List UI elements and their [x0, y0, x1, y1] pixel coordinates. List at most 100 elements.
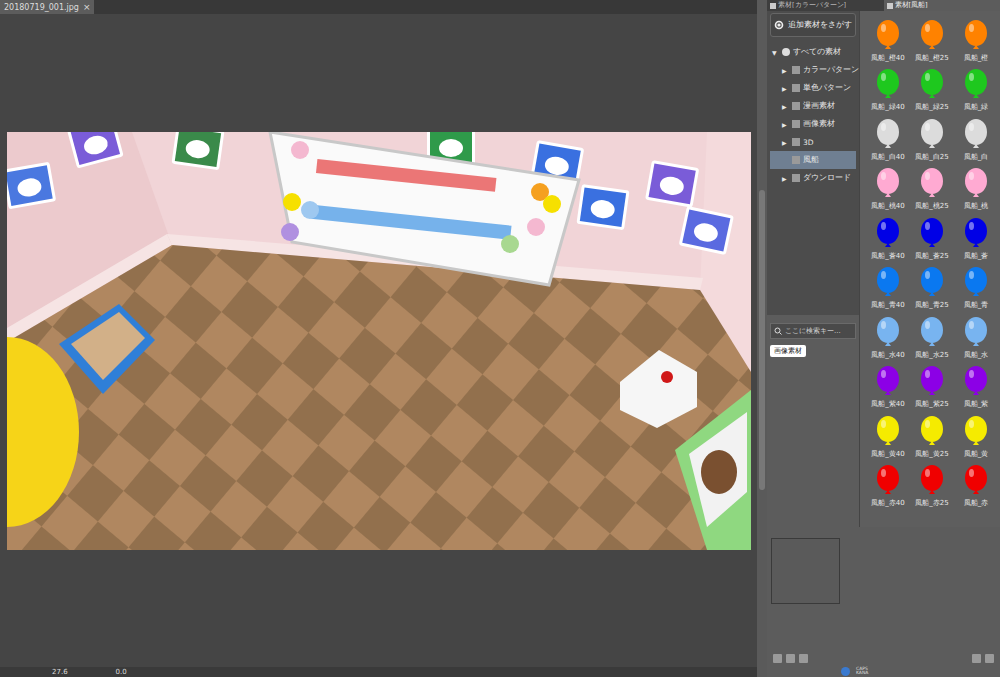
material-item[interactable]: 風船_紫25: [910, 360, 954, 410]
find-materials-button[interactable]: 追加素材をさがす: [770, 13, 856, 37]
material-item[interactable]: 風船_水25: [910, 310, 954, 360]
tree-column: 追加素材をさがす ▼ すべての素材▶ カラーパターン▶ 単色パターン▶ 漫画素材…: [767, 11, 860, 527]
tree-item[interactable]: ▼ すべての素材: [770, 43, 856, 61]
material-label: 風船_黄: [964, 449, 989, 459]
material-label: 風船_白25: [915, 152, 948, 162]
material-label: 風船_蒼: [964, 251, 989, 261]
close-icon[interactable]: ×: [83, 2, 91, 12]
add-icon[interactable]: [786, 654, 795, 663]
material-item[interactable]: 風船_桃25: [910, 162, 954, 212]
key-status: CAPSKANA: [771, 665, 1000, 677]
view-icon[interactable]: [972, 654, 981, 663]
vertical-scrollbar[interactable]: [757, 0, 767, 677]
document-tab[interactable]: 20180719_001.jpg ×: [0, 0, 94, 14]
material-item[interactable]: 風船_緑: [954, 63, 998, 113]
expand-icon[interactable]: ▶: [782, 103, 789, 110]
animal-icon: [658, 175, 685, 197]
app-window: 20180719_001.jpg × 27.6 0.0 素材[カラーパターン] …: [0, 0, 1000, 677]
animal-card: [7, 162, 56, 210]
material-item[interactable]: 風船_水40: [866, 310, 910, 360]
angle-value[interactable]: 0.0: [116, 668, 127, 676]
material-item[interactable]: 風船_赤25: [910, 459, 954, 509]
material-item[interactable]: 風船_紫40: [866, 360, 910, 410]
tree-item[interactable]: ▶ 画像素材: [770, 115, 856, 133]
material-item[interactable]: 風船_橙25: [910, 13, 954, 63]
sign-balloon: [291, 141, 309, 159]
material-item[interactable]: 風船_赤: [954, 459, 998, 509]
document-tab-bar: 20180719_001.jpg ×: [0, 0, 757, 14]
expand-icon[interactable]: ▶: [782, 121, 789, 128]
preview-section: CAPSKANA: [767, 527, 1000, 677]
tree-item[interactable]: ▶ 3D: [770, 133, 856, 151]
material-item[interactable]: 風船_白25: [910, 112, 954, 162]
tree-item[interactable]: ▶ ダウンロード: [770, 169, 856, 187]
material-item[interactable]: 風船_桃: [954, 162, 998, 212]
animal-card: [67, 132, 124, 169]
material-item[interactable]: 風船_青25: [910, 261, 954, 311]
expand-icon[interactable]: ▶: [782, 67, 789, 74]
sign-board: [270, 132, 579, 285]
expand-icon[interactable]: ▼: [772, 49, 779, 56]
canvas-image[interactable]: [7, 132, 751, 550]
card-frame: [576, 184, 629, 230]
expand-icon[interactable]: ▶: [782, 139, 789, 146]
material-label: 風船_水: [964, 350, 989, 360]
material-item[interactable]: 風船_白40: [866, 112, 910, 162]
animal-icon: [439, 139, 463, 157]
find-button-label: 追加素材をさがす: [788, 20, 852, 30]
expand-icon[interactable]: ▶: [782, 175, 789, 182]
material-item[interactable]: 風船_蒼40: [866, 211, 910, 261]
material-label: 風船_白: [964, 152, 989, 162]
material-item[interactable]: 風船_黄25: [910, 409, 954, 459]
material-item[interactable]: 風船_赤40: [866, 459, 910, 509]
new-folder-icon[interactable]: [773, 654, 782, 663]
material-item[interactable]: 風船_橙: [954, 13, 998, 63]
material-item[interactable]: 風船_緑25: [910, 63, 954, 113]
material-item[interactable]: 風船_黄40: [866, 409, 910, 459]
animal-card: [679, 206, 734, 255]
material-item[interactable]: 風船_橙40: [866, 13, 910, 63]
panel-tab[interactable]: 素材[カラーパターン]: [767, 0, 884, 11]
card-face: [71, 132, 120, 165]
material-label: 風船_赤25: [915, 498, 948, 508]
balloon-icon: [963, 465, 989, 497]
material-label: 風船_紫: [964, 399, 989, 409]
tree-item[interactable]: 風船: [770, 151, 856, 169]
panel-tab[interactable]: 素材[風船]: [884, 0, 1000, 11]
zoom-value[interactable]: 27.6: [52, 668, 68, 676]
sign-balloon: [283, 193, 301, 211]
delete-icon[interactable]: [985, 654, 994, 663]
material-item[interactable]: 風船_緑40: [866, 63, 910, 113]
material-label: 風船_蒼25: [915, 251, 948, 261]
expand-icon[interactable]: ▶: [782, 85, 789, 92]
tag[interactable]: 画像素材: [770, 345, 806, 357]
sign-balloon: [527, 218, 545, 236]
key-list: CAPSKANA: [856, 667, 868, 676]
material-grid-panel: 風船_橙40 風船_橙25 風船_橙 風船_緑40 風船_緑25 風船_緑 風船…: [860, 11, 1000, 527]
material-item[interactable]: 風船_青: [954, 261, 998, 311]
material-item[interactable]: 風船_桃40: [866, 162, 910, 212]
material-label: 風船_緑25: [915, 102, 948, 112]
search-field[interactable]: ここに検索キー...: [770, 323, 856, 339]
material-item[interactable]: 風船_水: [954, 310, 998, 360]
material-item[interactable]: 風船_黄: [954, 409, 998, 459]
material-item[interactable]: 風船_蒼: [954, 211, 998, 261]
import-icon[interactable]: [799, 654, 808, 663]
balloon-icon: [919, 317, 945, 349]
scroll-thumb[interactable]: [759, 190, 765, 490]
material-item[interactable]: 風船_白: [954, 112, 998, 162]
material-label: 風船_緑: [964, 102, 989, 112]
document-tab-label: 20180719_001.jpg: [4, 3, 79, 12]
material-item[interactable]: 風船_紫: [954, 360, 998, 410]
material-item[interactable]: 風船_蒼25: [910, 211, 954, 261]
tree-item[interactable]: ▶ カラーパターン: [770, 61, 856, 79]
tag-list: 画像素材: [770, 345, 856, 357]
material-label: 風船_赤: [964, 498, 989, 508]
tree-item[interactable]: ▶ 漫画素材: [770, 97, 856, 115]
card-face: [7, 165, 53, 206]
material-item[interactable]: 風船_青40: [866, 261, 910, 311]
material-icon: [887, 3, 893, 9]
tree-item[interactable]: ▶ 単色パターン: [770, 79, 856, 97]
folder-icon: [792, 156, 800, 164]
material-label: 風船_紫40: [871, 399, 904, 409]
